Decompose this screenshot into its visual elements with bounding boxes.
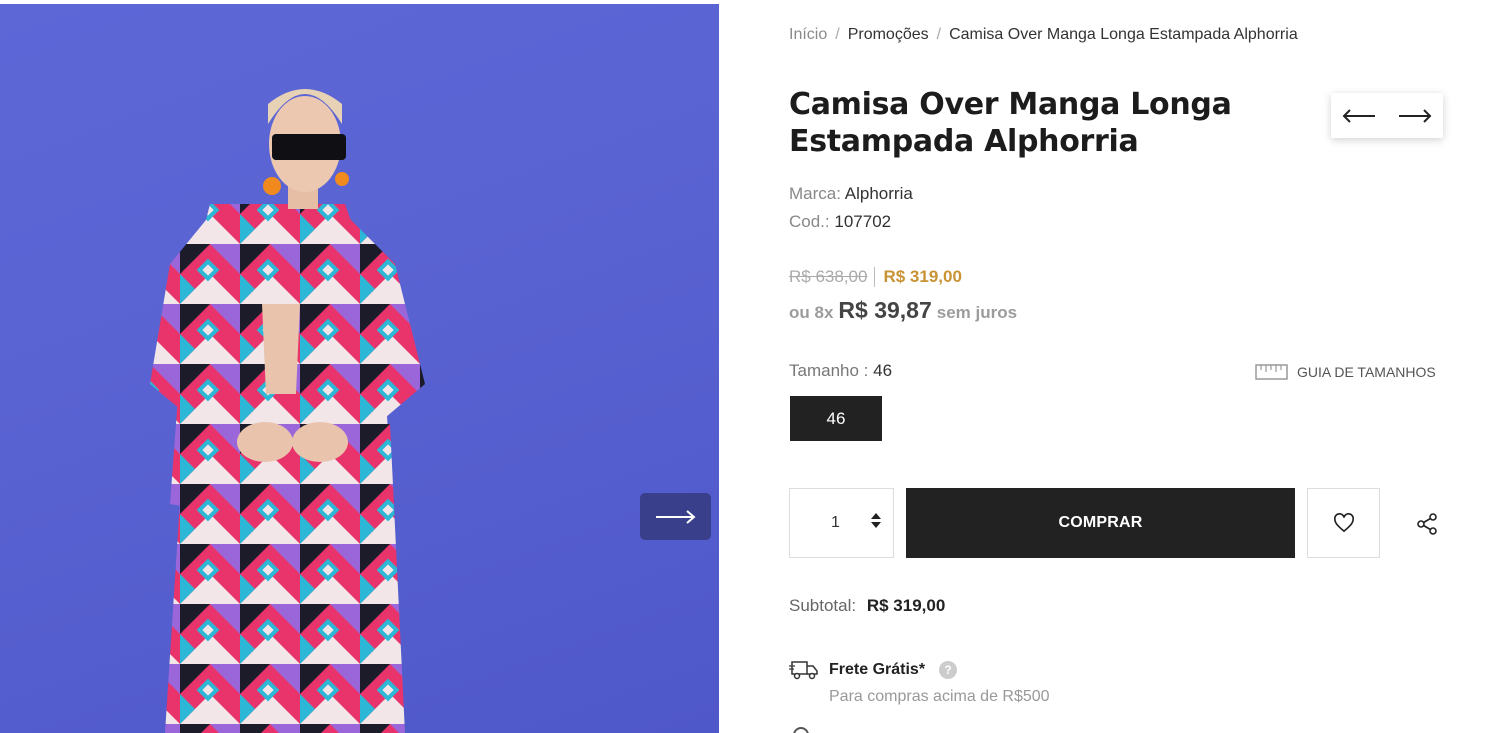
- share-button[interactable]: [1413, 510, 1441, 538]
- size-label: Tamanho : 46: [789, 361, 892, 381]
- subtotal-label: Subtotal:: [789, 596, 857, 615]
- size-guide-label: GUIA DE TAMANHOS: [1297, 364, 1436, 380]
- chevron-up-icon[interactable]: [871, 513, 881, 519]
- size-guide-link[interactable]: GUIA DE TAMANHOS: [1255, 363, 1436, 381]
- breadcrumb-separator: /: [835, 26, 840, 43]
- free-shipping-note: Para compras acima de R$500: [829, 688, 1050, 705]
- wishlist-button[interactable]: [1307, 488, 1380, 558]
- quantity-stepper[interactable]: 1: [789, 488, 894, 558]
- quantity-value[interactable]: 1: [831, 514, 840, 532]
- breadcrumb-separator: /: [936, 26, 942, 43]
- free-shipping-label: Frete Grátis*: [829, 661, 926, 678]
- installment-value: R$ 39,87: [838, 297, 932, 323]
- installments-prefix: ou 8x: [789, 303, 834, 322]
- product-brand: Marca: Alphorria: [789, 184, 913, 204]
- code-label: Cod.:: [789, 212, 830, 231]
- size-label-text: Tamanho :: [789, 361, 869, 380]
- size-option-46[interactable]: 46: [790, 396, 882, 441]
- previous-product-button[interactable]: [1342, 108, 1376, 123]
- free-shipping: Frete Grátis* ?: [789, 658, 958, 682]
- breadcrumb-home-link[interactable]: Início: [789, 26, 827, 44]
- installments: ou 8x R$ 39,87 sem juros: [789, 297, 1017, 324]
- ruler-icon: [1255, 364, 1288, 380]
- price-block: R$ 638,00 R$ 319,00: [789, 267, 962, 287]
- product-title: Camisa Over Manga Longa Estampada Alphor…: [789, 87, 1232, 159]
- partial-icon: [793, 727, 809, 733]
- truck-icon: [789, 661, 818, 680]
- old-price: R$ 638,00: [789, 267, 876, 287]
- help-icon[interactable]: ?: [939, 661, 958, 679]
- chevron-down-icon[interactable]: [871, 522, 881, 528]
- breadcrumb-category-link[interactable]: Promoções: [848, 26, 929, 44]
- arrow-right-icon: [655, 509, 696, 524]
- model-photo: [150, 89, 425, 733]
- brand-value: Alphorria: [844, 184, 913, 203]
- subtotal-value: R$ 319,00: [866, 596, 946, 615]
- breadcrumb-current: Camisa Over Manga Longa Estampada Alphor…: [949, 26, 1298, 43]
- product-code: Cod.: 107702: [789, 212, 891, 232]
- buy-button[interactable]: COMPRAR: [906, 488, 1295, 558]
- product-navigation: [1331, 93, 1443, 138]
- code-value: 107702: [834, 212, 892, 231]
- heart-icon: [1333, 513, 1354, 533]
- subtotal: Subtotal: R$ 319,00: [789, 596, 945, 616]
- breadcrumb: Início / Promoções / Camisa Over Manga L…: [789, 26, 1298, 44]
- arrow-left-icon: [1342, 108, 1375, 123]
- installments-suffix: sem juros: [936, 303, 1018, 322]
- next-product-button[interactable]: [1398, 108, 1432, 123]
- arrow-right-icon: [1399, 108, 1432, 123]
- brand-label: Marca:: [789, 184, 841, 203]
- product-image: [0, 4, 719, 733]
- quantity-arrows[interactable]: [871, 513, 881, 528]
- next-image-button[interactable]: [640, 493, 711, 540]
- size-selected-value: 46: [873, 361, 893, 380]
- share-icon: [1417, 513, 1437, 535]
- current-price: R$ 319,00: [883, 267, 962, 286]
